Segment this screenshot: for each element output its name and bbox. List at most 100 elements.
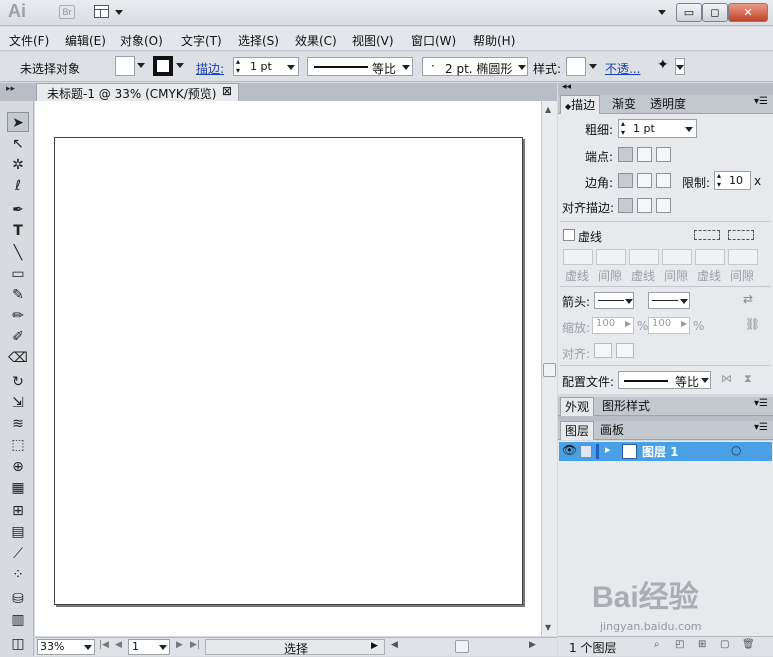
- eraser-tool-icon[interactable]: ⌫: [7, 348, 29, 368]
- free-transform-tool-icon[interactable]: ⬚: [7, 435, 29, 455]
- weight-field[interactable]: ▴ ▾ 1 pt: [618, 119, 697, 138]
- gap-field-3[interactable]: [728, 249, 758, 265]
- graphic-style-swatch[interactable]: [566, 57, 586, 76]
- dash-field-1[interactable]: [563, 249, 593, 265]
- vertical-scrollbar[interactable]: ▲ ▼: [541, 101, 557, 636]
- blob-brush-tool-icon[interactable]: ✐: [7, 327, 29, 347]
- column-graph-tool-icon[interactable]: ▥: [7, 610, 29, 630]
- tab-transparency[interactable]: 透明度: [646, 95, 690, 114]
- locate-object-icon[interactable]: ⌕: [654, 639, 660, 650]
- spinner-icon[interactable]: ▴ ▾: [717, 171, 721, 189]
- menu-type[interactable]: 文字(T): [181, 32, 222, 49]
- restore-button[interactable]: ◻: [702, 3, 728, 22]
- pencil-tool-icon[interactable]: ✏: [7, 306, 29, 326]
- scroll-up-icon[interactable]: ▲: [545, 105, 551, 114]
- recolor-wand-icon[interactable]: ✦: [657, 57, 669, 73]
- line-tool-icon[interactable]: ╲: [7, 243, 29, 263]
- dash-field-2[interactable]: [629, 249, 659, 265]
- delete-layer-icon[interactable]: 🗑: [742, 639, 755, 650]
- preserve-dash-icon[interactable]: [694, 230, 720, 240]
- tab-graphic-styles[interactable]: 图形样式: [598, 397, 654, 416]
- round-join-icon[interactable]: [637, 173, 652, 188]
- menu-edit[interactable]: 编辑(E): [65, 32, 106, 49]
- symbol-sprayer-tool-icon[interactable]: ⛁: [7, 589, 29, 609]
- gap-field-2[interactable]: [662, 249, 692, 265]
- panel-menu-icon[interactable]: ▾☰: [754, 422, 768, 433]
- panel-menu-icon[interactable]: ▾☰: [754, 96, 768, 107]
- type-tool-icon[interactable]: T: [7, 221, 29, 241]
- stroke-swatch[interactable]: [153, 56, 173, 76]
- variable-width-profile[interactable]: 等比: [307, 57, 413, 76]
- minimize-button[interactable]: ▭: [676, 3, 702, 22]
- lasso-tool-icon[interactable]: ℓ: [7, 176, 29, 196]
- arrange-documents-button[interactable]: [94, 4, 124, 21]
- spinner-icon[interactable]: ▴ ▾: [236, 57, 240, 75]
- document-tab[interactable]: 未标题-1 @ 33% (CMYK/预览) ⊠: [36, 83, 239, 101]
- rectangle-tool-icon[interactable]: ▭: [7, 264, 29, 284]
- butt-cap-icon[interactable]: [618, 147, 633, 162]
- next-artboard-icon[interactable]: ▶: [176, 640, 183, 650]
- tab-appearance[interactable]: 外观: [560, 397, 595, 416]
- link-scale-icon[interactable]: ⛓: [745, 317, 760, 331]
- menu-file[interactable]: 文件(F): [9, 32, 49, 49]
- align-dash-icon[interactable]: [728, 230, 754, 240]
- scroll-left-icon[interactable]: ◀: [391, 640, 398, 650]
- selection-tool-icon[interactable]: ➤: [7, 112, 29, 132]
- miter-join-icon[interactable]: [618, 173, 633, 188]
- tab-layers[interactable]: 图层: [560, 421, 595, 440]
- tab-artboards[interactable]: 画板: [596, 421, 628, 440]
- status-mode-menu[interactable]: 选择 ▶: [205, 639, 385, 656]
- flip-along-icon[interactable]: ⋈: [721, 372, 732, 385]
- tab-gradient[interactable]: 渐变: [608, 95, 640, 114]
- clipping-mask-icon[interactable]: ◰: [675, 639, 684, 650]
- flip-across-icon[interactable]: ⧗: [744, 372, 752, 386]
- shape-builder-tool-icon[interactable]: ⊕: [7, 457, 29, 477]
- dashed-checkbox[interactable]: [563, 229, 575, 241]
- stroke-weight-field[interactable]: ▴ ▾ 1 pt: [233, 57, 299, 76]
- dash-field-3[interactable]: [695, 249, 725, 265]
- scale-tool-icon[interactable]: ⇲: [7, 393, 29, 413]
- collapse-toolbar-icon[interactable]: ▸▸: [6, 84, 15, 94]
- scroll-right-icon[interactable]: ▶: [529, 640, 536, 650]
- horizontal-scroll-thumb[interactable]: [455, 640, 469, 653]
- fill-swatch[interactable]: [115, 56, 135, 76]
- recolor-dropdown[interactable]: [675, 58, 685, 75]
- menu-select[interactable]: 选择(S): [238, 32, 279, 49]
- rotate-tool-icon[interactable]: ↻: [7, 372, 29, 392]
- panel-menu-icon[interactable]: ▾☰: [754, 398, 768, 409]
- layer-row[interactable]: 👁 ▸ 图层 1 ○: [559, 442, 772, 461]
- new-sublayer-icon[interactable]: ⊞: [698, 639, 706, 650]
- lock-toggle[interactable]: [580, 445, 592, 458]
- menu-help[interactable]: 帮助(H): [473, 32, 515, 49]
- eyedropper-tool-icon[interactable]: ⟋: [7, 544, 29, 564]
- direct-selection-tool-icon[interactable]: ↖: [7, 134, 29, 154]
- new-layer-icon[interactable]: ▢: [720, 639, 729, 650]
- fill-dropdown[interactable]: [136, 56, 146, 74]
- last-artboard-icon[interactable]: ▶|: [190, 640, 200, 650]
- stroke-panel-link[interactable]: 描边:: [196, 60, 224, 77]
- start-arrow-select[interactable]: [594, 292, 634, 309]
- collapse-panels-icon[interactable]: ◂◂: [562, 82, 571, 92]
- stroke-dropdown[interactable]: [175, 56, 185, 74]
- spinner-icon[interactable]: ▴ ▾: [621, 119, 625, 137]
- width-tool-icon[interactable]: ≋: [7, 414, 29, 434]
- bevel-join-icon[interactable]: [656, 173, 671, 188]
- mesh-tool-icon[interactable]: ⊞: [7, 501, 29, 521]
- perspective-grid-tool-icon[interactable]: ▦: [7, 478, 29, 498]
- blend-tool-icon[interactable]: ⁘: [7, 565, 29, 585]
- menu-effect[interactable]: 效果(C): [295, 32, 337, 49]
- start-scale-field[interactable]: 100 ▶: [592, 317, 634, 334]
- round-cap-icon[interactable]: [637, 147, 652, 162]
- align-outside-icon[interactable]: [656, 198, 671, 213]
- arrow-tip-beyond-icon[interactable]: [594, 343, 612, 358]
- close-button[interactable]: ✕: [728, 3, 768, 22]
- first-artboard-icon[interactable]: |◀: [99, 640, 109, 650]
- paintbrush-tool-icon[interactable]: ✎: [7, 285, 29, 305]
- eye-icon[interactable]: 👁: [562, 443, 577, 457]
- align-inside-icon[interactable]: [637, 198, 652, 213]
- end-scale-field[interactable]: 100 ▶: [648, 317, 690, 334]
- layer-name[interactable]: 图层 1: [642, 443, 679, 460]
- end-arrow-select[interactable]: [648, 292, 690, 309]
- menu-view[interactable]: 视图(V): [352, 32, 394, 49]
- prev-artboard-icon[interactable]: ◀: [115, 640, 122, 650]
